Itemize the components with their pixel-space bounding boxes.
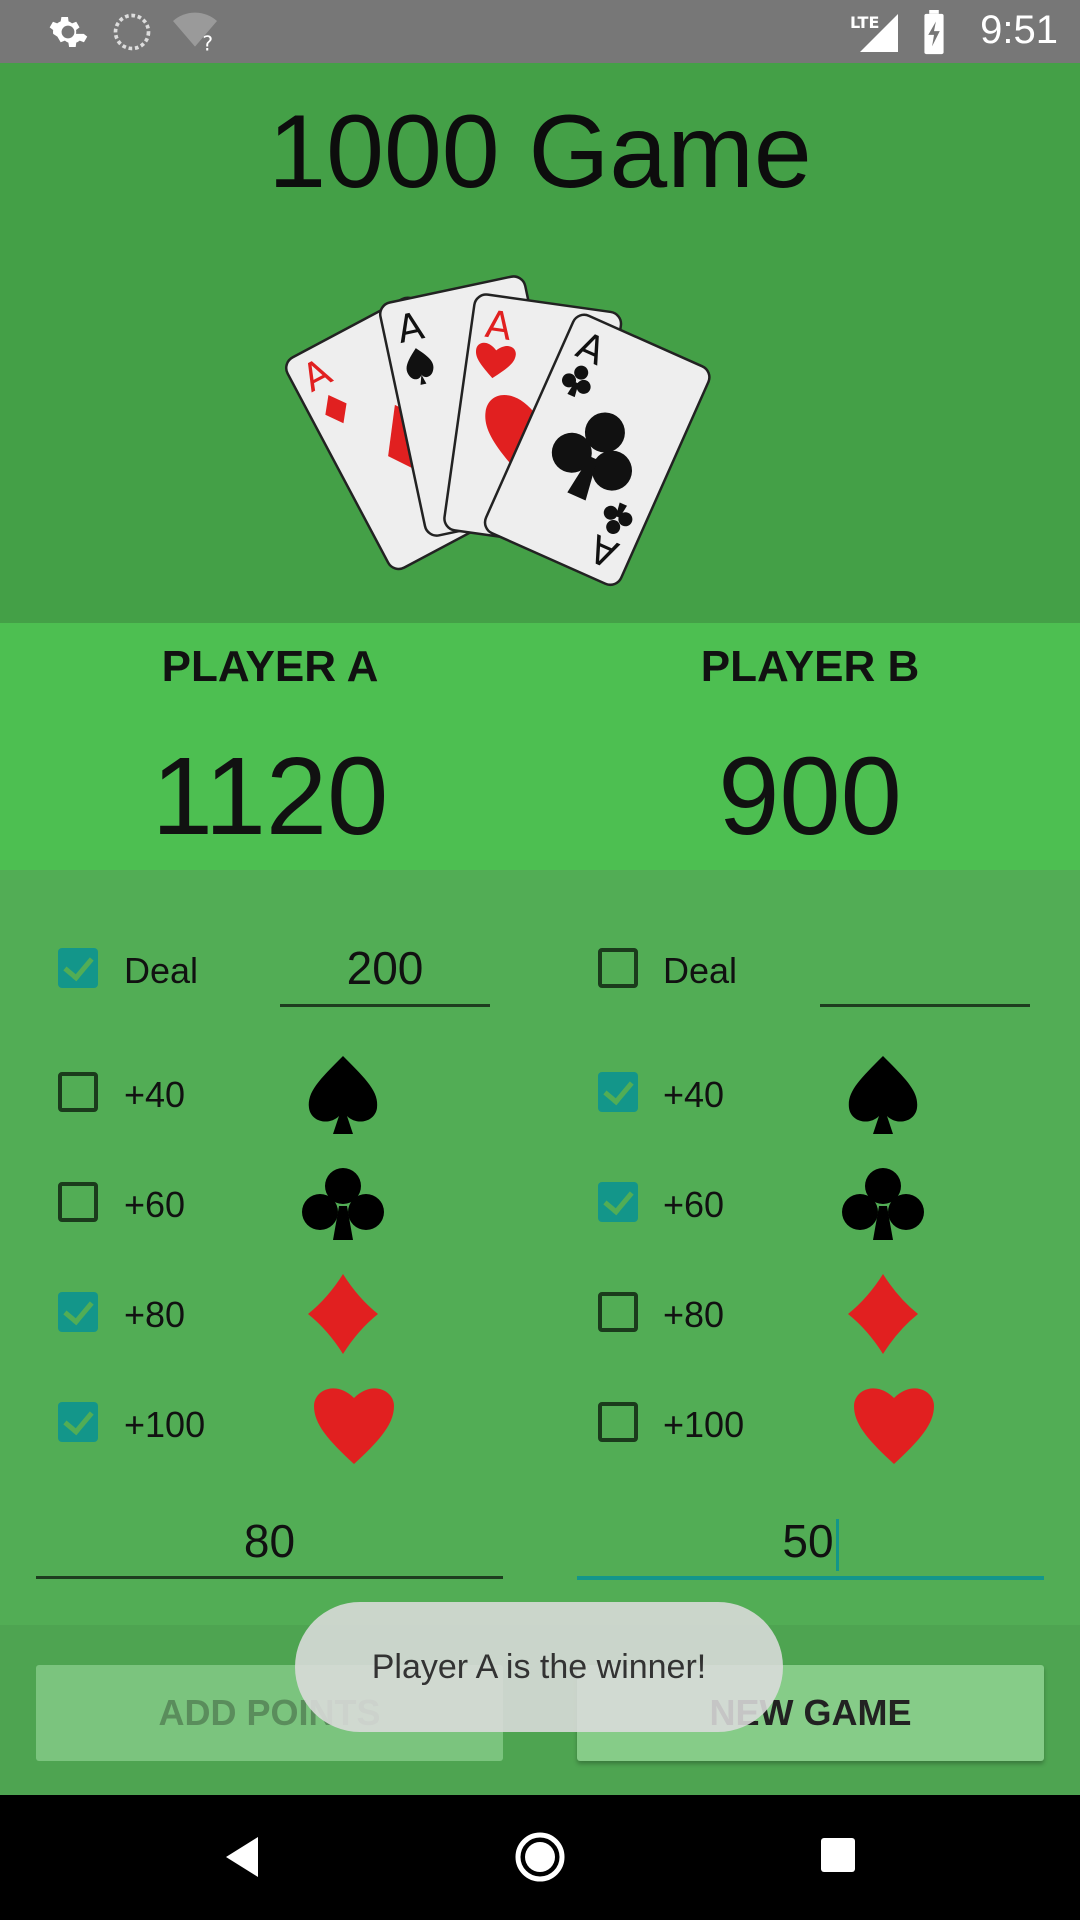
club-icon	[842, 1168, 924, 1240]
player-b-name: PLAYER B	[700, 642, 920, 691]
wifi-unknown-icon: ?	[173, 12, 217, 54]
player-a-plus100-checkbox[interactable]	[58, 1402, 98, 1442]
player-b-plus100-label: +100	[663, 1404, 745, 1445]
player-a-plus80-checkbox[interactable]	[58, 1292, 98, 1332]
player-b-plus40-checkbox[interactable]	[598, 1072, 638, 1112]
home-icon[interactable]	[514, 1831, 566, 1883]
spade-icon	[308, 1056, 378, 1134]
status-bar: ? LTE 9:51	[0, 0, 1080, 63]
player-b-plus80-checkbox[interactable]	[598, 1292, 638, 1332]
lte-signal-icon: LTE	[850, 13, 898, 52]
club-icon	[302, 1168, 384, 1240]
navigation-bar	[0, 1795, 1080, 1920]
svg-text:LTE: LTE	[850, 13, 879, 32]
text-caret	[835, 1518, 839, 1571]
player-b-deal-checkbox[interactable]	[598, 948, 638, 988]
header: 1000 Game A A A A A	[0, 63, 1080, 623]
player-b-plus100-checkbox[interactable]	[598, 1402, 638, 1442]
recents-icon[interactable]	[820, 1837, 856, 1873]
settings-icon	[49, 16, 88, 48]
player-a-deal-input[interactable]: 200	[280, 940, 490, 1007]
player-a-score: 1120	[151, 735, 389, 858]
status-time: 9:51	[980, 8, 1058, 52]
player-b-deal-label: Deal	[663, 950, 738, 991]
heart-icon	[854, 1388, 934, 1464]
player-b-points-input[interactable]: 50	[577, 1510, 1044, 1580]
player-b-points-value: 50	[782, 1515, 834, 1567]
sync-icon	[113, 13, 151, 51]
player-a-plus40-checkbox[interactable]	[58, 1072, 98, 1112]
controls-panel: Deal 200 +40 +60 +80 +100 80 Deal +40 +6…	[0, 870, 1080, 1625]
player-a-plus100-label: +100	[124, 1404, 206, 1445]
player-b-deal-input[interactable]	[820, 940, 1030, 1007]
player-b-score: 900	[718, 735, 902, 858]
aces-cards-image: A A A A A	[284, 275, 711, 587]
player-a-deal-label: Deal	[124, 950, 199, 991]
player-b-plus40-label: +40	[663, 1074, 725, 1115]
player-b-plus80-label: +80	[663, 1294, 725, 1335]
diamond-icon	[308, 1274, 378, 1354]
spade-icon	[848, 1056, 918, 1134]
diamond-icon	[848, 1274, 918, 1354]
winner-toast: Player A is the winner!	[295, 1602, 783, 1732]
player-b-plus60-label: +60	[663, 1184, 725, 1225]
battery-charging-icon	[924, 10, 944, 55]
player-a-name: PLAYER A	[161, 642, 379, 691]
score-band: PLAYER A 1120 PLAYER B 900	[0, 623, 1080, 870]
player-a-plus80-label: +80	[124, 1294, 186, 1335]
player-a-plus60-checkbox[interactable]	[58, 1182, 98, 1222]
app-title: 1000 Game	[268, 94, 812, 210]
svg-text:?: ?	[202, 31, 213, 54]
player-a-deal-checkbox[interactable]	[58, 948, 98, 988]
heart-icon	[314, 1388, 394, 1464]
player-a-plus60-label: +60	[124, 1184, 186, 1225]
back-icon[interactable]	[222, 1835, 262, 1879]
player-b-plus60-checkbox[interactable]	[598, 1182, 638, 1222]
player-a-points-input[interactable]: 80	[36, 1510, 503, 1579]
player-a-plus40-label: +40	[124, 1074, 186, 1115]
